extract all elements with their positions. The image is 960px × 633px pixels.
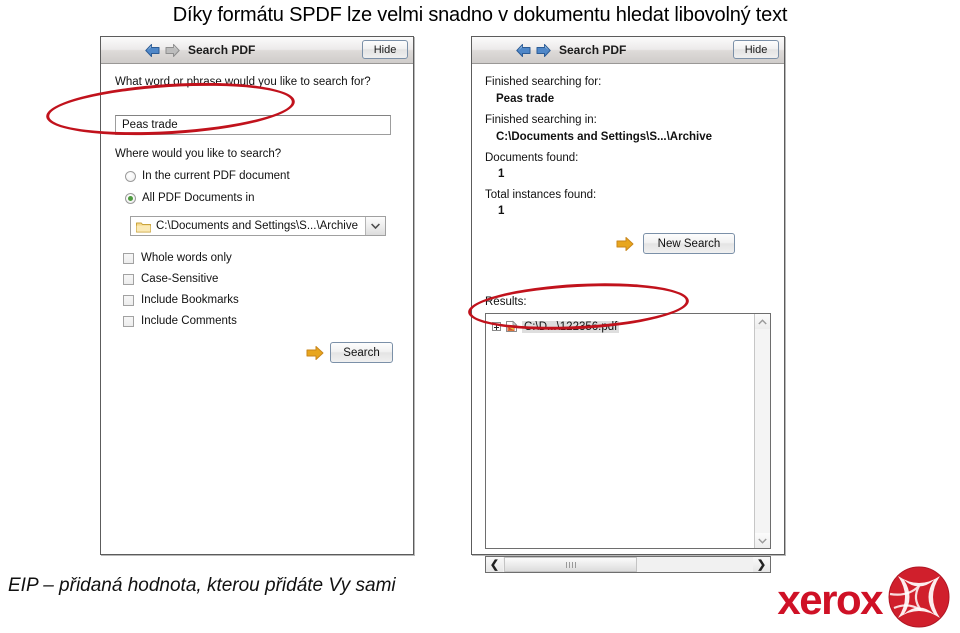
grip-line bbox=[565, 561, 567, 568]
panel-title-left: Search PDF bbox=[188, 43, 256, 57]
arrow-right-orange-icon bbox=[306, 345, 324, 361]
arrow-left-icon[interactable] bbox=[516, 43, 531, 57]
finished-searching-for-value: Peas trade bbox=[496, 93, 555, 105]
checkbox-include-comments[interactable]: Include Comments bbox=[123, 315, 237, 327]
hide-button-right[interactable]: Hide bbox=[733, 40, 779, 59]
folder-dropdown-value: C:\Documents and Settings\S...\Archive bbox=[156, 220, 358, 232]
checkbox-label: Whole words only bbox=[141, 252, 232, 264]
search-button[interactable]: Search bbox=[330, 342, 393, 363]
folder-dropdown[interactable]: C:\Documents and Settings\S...\Archive bbox=[130, 216, 386, 236]
scroll-right-icon[interactable]: ❯ bbox=[753, 557, 770, 572]
search-input[interactable]: Peas trade bbox=[115, 115, 391, 135]
arrow-right-orange-icon bbox=[616, 236, 634, 252]
arrow-right-icon[interactable] bbox=[536, 43, 551, 57]
radio-all-pdf-documents[interactable]: All PDF Documents in bbox=[125, 192, 254, 204]
panel-title-right: Search PDF bbox=[559, 43, 627, 57]
search-prompt-label: What word or phrase would you like to se… bbox=[115, 76, 371, 88]
folder-icon bbox=[136, 220, 151, 233]
checkbox-box-icon bbox=[123, 294, 134, 306]
where-search-label: Where would you like to search? bbox=[115, 148, 282, 160]
checkbox-label: Include Comments bbox=[141, 315, 237, 327]
search-pdf-panel-right: Search PDF Hide Finished searching for: … bbox=[471, 36, 785, 573]
checkbox-include-bookmarks[interactable]: Include Bookmarks bbox=[123, 294, 239, 306]
checkbox-case-sensitive[interactable]: Case-Sensitive bbox=[123, 273, 218, 285]
list-item[interactable]: C:\D...\122356.pdf bbox=[492, 320, 620, 333]
page-title: Díky formátu SPDF lze velmi snadno v dok… bbox=[172, 3, 788, 26]
finished-searching-in-label: Finished searching in: bbox=[485, 114, 597, 126]
nav-arrows-right bbox=[516, 43, 551, 57]
scroll-up-icon[interactable] bbox=[755, 314, 770, 329]
scroll-left-icon[interactable]: ❮ bbox=[486, 557, 503, 572]
hide-button-left[interactable]: Hide bbox=[362, 40, 408, 59]
grip-line bbox=[574, 561, 576, 568]
expand-plus-icon[interactable] bbox=[492, 322, 501, 331]
results-list[interactable]: C:\D...\122356.pdf bbox=[485, 313, 771, 549]
panel-header-right: Search PDF Hide bbox=[472, 37, 784, 64]
checkbox-box-icon bbox=[123, 273, 134, 285]
results-label: Results: bbox=[485, 296, 527, 308]
finished-searching-for-label: Finished searching for: bbox=[485, 76, 602, 88]
result-file-path: C:\D...\122356.pdf bbox=[522, 320, 620, 333]
radio-circle-selected-icon bbox=[125, 192, 136, 204]
total-instances-label: Total instances found: bbox=[485, 189, 597, 201]
xerox-wordmark: xerox bbox=[777, 575, 883, 623]
panel-body-right: Finished searching for: Peas trade Finis… bbox=[472, 64, 784, 573]
grip-line bbox=[571, 561, 573, 568]
panel-body-left: What word or phrase would you like to se… bbox=[101, 64, 413, 554]
radio-circle-icon bbox=[125, 170, 136, 182]
results-vertical-scrollbar[interactable] bbox=[754, 314, 770, 548]
panel-header-left: Search PDF Hide bbox=[101, 37, 413, 64]
total-instances-value: 1 bbox=[498, 205, 505, 217]
finished-searching-in-value: C:\Documents and Settings\S...\Archive bbox=[496, 131, 712, 143]
checkbox-box-icon bbox=[123, 315, 134, 327]
arrow-right-icon bbox=[165, 43, 180, 57]
documents-found-label: Documents found: bbox=[485, 152, 579, 164]
scrollbar-thumb[interactable] bbox=[504, 557, 637, 572]
radio-current-document[interactable]: In the current PDF document bbox=[125, 170, 290, 182]
chevron-down-icon[interactable] bbox=[365, 217, 385, 235]
pdf-file-icon bbox=[505, 320, 518, 333]
xerox-logo: xerox bbox=[777, 566, 950, 633]
grip-line bbox=[568, 561, 570, 568]
scroll-down-icon[interactable] bbox=[755, 533, 770, 548]
search-pdf-panel-left: Search PDF Hide What word or phrase woul… bbox=[100, 36, 414, 555]
radio-label: In the current PDF document bbox=[142, 170, 290, 182]
new-search-button[interactable]: New Search bbox=[643, 233, 735, 254]
arrow-left-icon[interactable] bbox=[145, 43, 160, 57]
results-horizontal-scrollbar[interactable]: ❮ ❯ bbox=[485, 556, 771, 573]
checkbox-label: Case-Sensitive bbox=[141, 273, 219, 285]
documents-found-value: 1 bbox=[498, 168, 505, 180]
nav-arrows-left bbox=[145, 43, 180, 57]
footer-tagline: EIP – přidaná hodnota, kterou přidáte Vy… bbox=[8, 575, 396, 596]
xerox-sphere-icon bbox=[888, 566, 950, 633]
radio-label: All PDF Documents in bbox=[142, 192, 255, 204]
checkbox-whole-words-only[interactable]: Whole words only bbox=[123, 252, 232, 264]
checkbox-box-icon bbox=[123, 252, 134, 264]
checkbox-label: Include Bookmarks bbox=[141, 294, 239, 306]
